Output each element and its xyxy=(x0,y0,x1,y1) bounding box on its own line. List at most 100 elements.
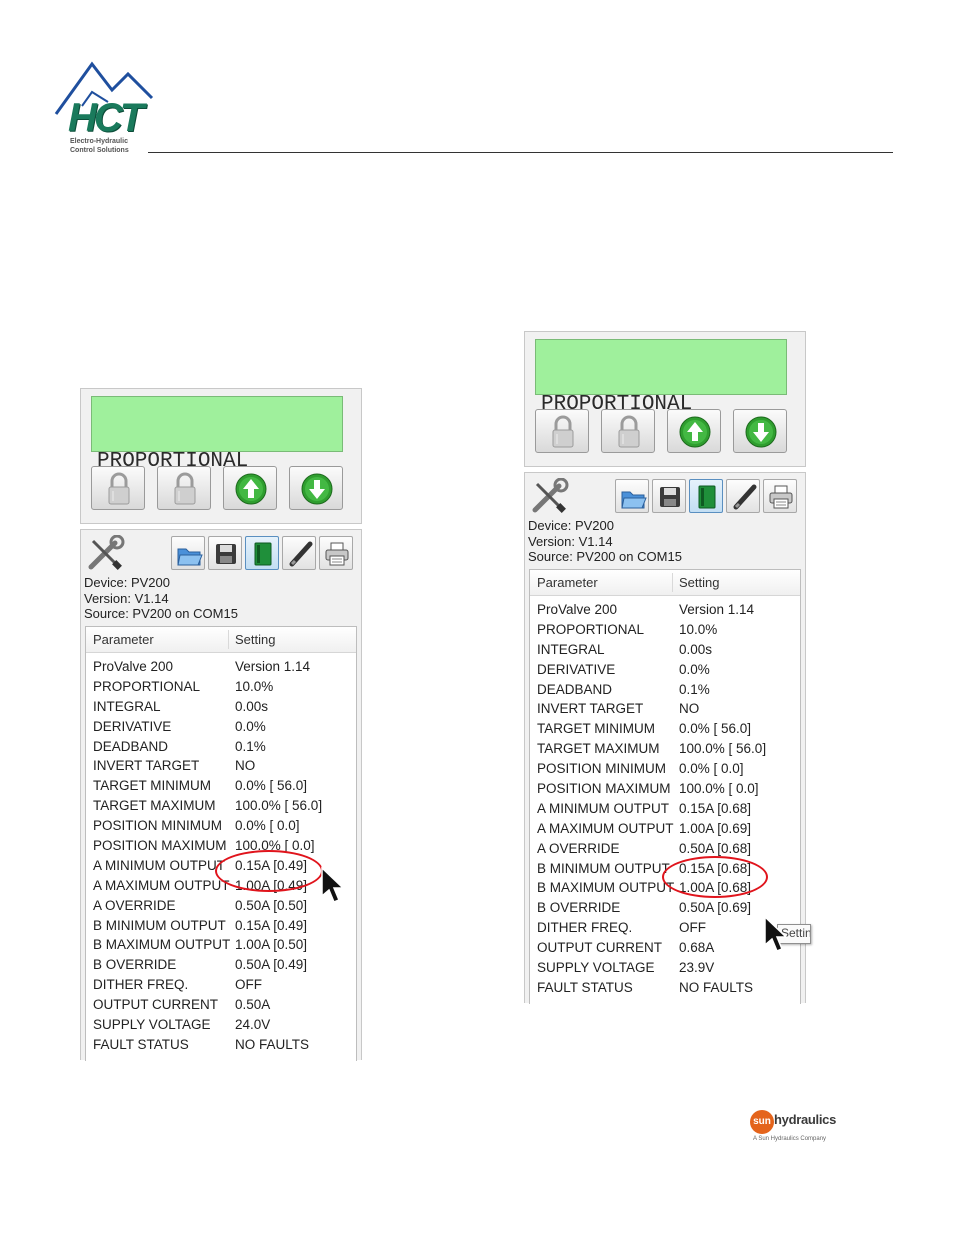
lock-button[interactable] xyxy=(535,409,589,453)
lock-button[interactable] xyxy=(91,466,145,510)
save-button[interactable] xyxy=(652,479,686,513)
control-button-row xyxy=(535,409,795,455)
table-row[interactable]: INTEGRAL 0.00s xyxy=(86,697,356,717)
parameter-cell: TARGET MINIMUM xyxy=(537,721,655,737)
decrease-button[interactable] xyxy=(733,409,787,453)
print-button[interactable] xyxy=(763,479,797,513)
table-row[interactable]: POSITION MAXIMUM 100.0% [ 0.0] xyxy=(86,836,356,856)
parameter-cell: SUPPLY VOLTAGE xyxy=(537,960,655,976)
manual-button[interactable] xyxy=(245,536,279,570)
open-button[interactable] xyxy=(615,479,649,513)
table-row[interactable]: DITHER FREQ. OFF xyxy=(530,918,800,938)
setting-cell: 100.0% [ 0.0] xyxy=(679,781,759,797)
table-row[interactable]: A MAXIMUM OUTPUT 1.00A [0.69] xyxy=(530,819,800,839)
table-row[interactable]: INVERT TARGET NO xyxy=(86,756,356,776)
edit-button[interactable] xyxy=(726,479,760,513)
parameter-cell: ProValve 200 xyxy=(537,602,618,617)
hct-logo: HCT Electro-Hydraulic Control Solutions xyxy=(52,56,162,160)
save-button[interactable] xyxy=(208,536,242,570)
table-row[interactable]: FAULT STATUS NO FAULTS xyxy=(86,1035,356,1055)
table-row[interactable]: INTEGRAL 0.00s xyxy=(530,640,800,660)
logo-tagline-2: Control Solutions xyxy=(70,147,129,154)
unlock-button[interactable] xyxy=(601,409,655,453)
parameter-cell: DEADBAND xyxy=(93,738,169,754)
manual-button[interactable] xyxy=(689,479,723,513)
column-header-parameter[interactable]: Parameter xyxy=(537,575,598,590)
table-row[interactable]: B MINIMUM OUTPUT 0.15A [0.49] xyxy=(86,916,356,936)
device-label: Device: PV200 xyxy=(84,575,170,590)
table-row[interactable]: ProValve 200 Version 1.14 xyxy=(86,657,356,677)
table-row[interactable]: PROPORTIONAL 10.0% xyxy=(86,677,356,697)
unlock-button[interactable] xyxy=(157,466,211,510)
table-row[interactable]: A OVERRIDE 0.50A [0.50] xyxy=(86,896,356,916)
increase-button[interactable] xyxy=(223,466,277,510)
table-row[interactable]: TARGET MINIMUM 0.0% [ 56.0] xyxy=(530,719,800,739)
table-row[interactable]: SUPPLY VOLTAGE 23.9V xyxy=(530,958,800,978)
column-header-setting[interactable]: Setting xyxy=(679,575,719,590)
table-row[interactable]: A MINIMUM OUTPUT 0.15A [0.68] xyxy=(530,799,800,819)
table-row[interactable]: ProValve 200 Version 1.14 xyxy=(530,600,800,620)
table-row[interactable]: B OVERRIDE 0.50A [0.69] xyxy=(530,898,800,918)
tools-wrench-screwdriver-icon[interactable] xyxy=(85,535,127,573)
table-row[interactable]: DEADBAND 0.1% xyxy=(86,737,356,757)
setting-cell: 0.00s xyxy=(235,698,269,714)
logo-wordmark: HCT xyxy=(68,96,144,140)
highlight-ellipse-right xyxy=(662,856,768,898)
sun-disc: sun xyxy=(750,1110,774,1134)
parameter-cell: OUTPUT CURRENT xyxy=(93,997,219,1013)
table-row[interactable]: DEADBAND 0.1% xyxy=(530,680,800,700)
column-divider[interactable] xyxy=(672,573,673,592)
setting-cell: 23.9V xyxy=(679,960,715,976)
table-row[interactable]: B MAXIMUM OUTPUT 1.00A [0.50] xyxy=(86,935,356,955)
display-box: PROPORTIONAL 10.0% xyxy=(524,331,806,494)
table-row[interactable]: TARGET MINIMUM 0.0% [ 56.0] xyxy=(86,776,356,796)
column-header-setting[interactable]: Setting xyxy=(235,632,275,647)
parameter-cell: A OVERRIDE xyxy=(93,897,176,913)
table-row[interactable]: POSITION MINIMUM 0.0% [ 0.0] xyxy=(86,816,356,836)
table-row[interactable]: OUTPUT CURRENT 0.50A xyxy=(86,995,356,1015)
device-info: Device: PV200 Version: V1.14 Source: PV2… xyxy=(84,575,238,622)
decrease-button[interactable] xyxy=(289,466,343,510)
setting-cell: Version 1.14 xyxy=(235,659,311,674)
parameter-cell: POSITION MAXIMUM xyxy=(537,781,671,797)
table-row[interactable]: OUTPUT CURRENT 0.68A xyxy=(530,938,800,958)
parameter-table: Parameter Setting ProValve 200 Version 1… xyxy=(85,626,357,1061)
tools-wrench-screwdriver-icon[interactable] xyxy=(529,478,571,516)
table-row[interactable]: DERIVATIVE 0.0% xyxy=(86,717,356,737)
setting-cell: 10.0% xyxy=(235,678,274,694)
parameter-cell: ProValve 200 xyxy=(93,659,174,674)
table-row[interactable]: PROPORTIONAL 10.0% xyxy=(530,620,800,640)
table-row[interactable]: SUPPLY VOLTAGE 24.0V xyxy=(86,1015,356,1035)
brand-wordmark: hydraulics xyxy=(774,1112,837,1127)
increase-button[interactable] xyxy=(667,409,721,453)
parameter-cell: FAULT STATUS xyxy=(93,1036,189,1052)
table-row[interactable]: TARGET MAXIMUM 100.0% [ 56.0] xyxy=(86,796,356,816)
column-header-parameter[interactable]: Parameter xyxy=(93,632,154,647)
toolbar xyxy=(81,530,361,576)
table-row[interactable]: POSITION MAXIMUM 100.0% [ 0.0] xyxy=(530,779,800,799)
control-button-row xyxy=(91,466,351,512)
setting-cell: 0.50A [0.68] xyxy=(679,840,752,856)
setting-cell: 24.0V xyxy=(235,1017,271,1033)
table-row[interactable]: DITHER FREQ. OFF xyxy=(86,975,356,995)
table-body: ProValve 200 Version 1.14 PROPORTIONAL 1… xyxy=(530,596,800,998)
setting-cell: 0.50A xyxy=(235,997,271,1013)
setting-cell: NO FAULTS xyxy=(679,979,754,995)
column-divider[interactable] xyxy=(228,630,229,649)
table-row[interactable]: DERIVATIVE 0.0% xyxy=(530,660,800,680)
table-row[interactable]: TARGET MAXIMUM 100.0% [ 56.0] xyxy=(530,739,800,759)
print-button[interactable] xyxy=(319,536,353,570)
parameter-cell: A OVERRIDE xyxy=(537,840,620,856)
setting-cell: 0.1% xyxy=(679,681,710,697)
parameter-cell: B MAXIMUM OUTPUT xyxy=(537,880,675,896)
table-row[interactable]: FAULT STATUS NO FAULTS xyxy=(530,978,800,998)
table-row[interactable]: INVERT TARGET NO xyxy=(530,699,800,719)
parameter-cell: B MINIMUM OUTPUT xyxy=(93,917,226,933)
edit-button[interactable] xyxy=(282,536,316,570)
table-row[interactable]: B OVERRIDE 0.50A [0.49] xyxy=(86,955,356,975)
parameter-cell: B MINIMUM OUTPUT xyxy=(537,860,670,876)
table-row[interactable]: A OVERRIDE 0.50A [0.68] xyxy=(530,839,800,859)
setting-cell: 100.0% [ 56.0] xyxy=(679,741,767,757)
open-button[interactable] xyxy=(171,536,205,570)
table-row[interactable]: POSITION MINIMUM 0.0% [ 0.0] xyxy=(530,759,800,779)
